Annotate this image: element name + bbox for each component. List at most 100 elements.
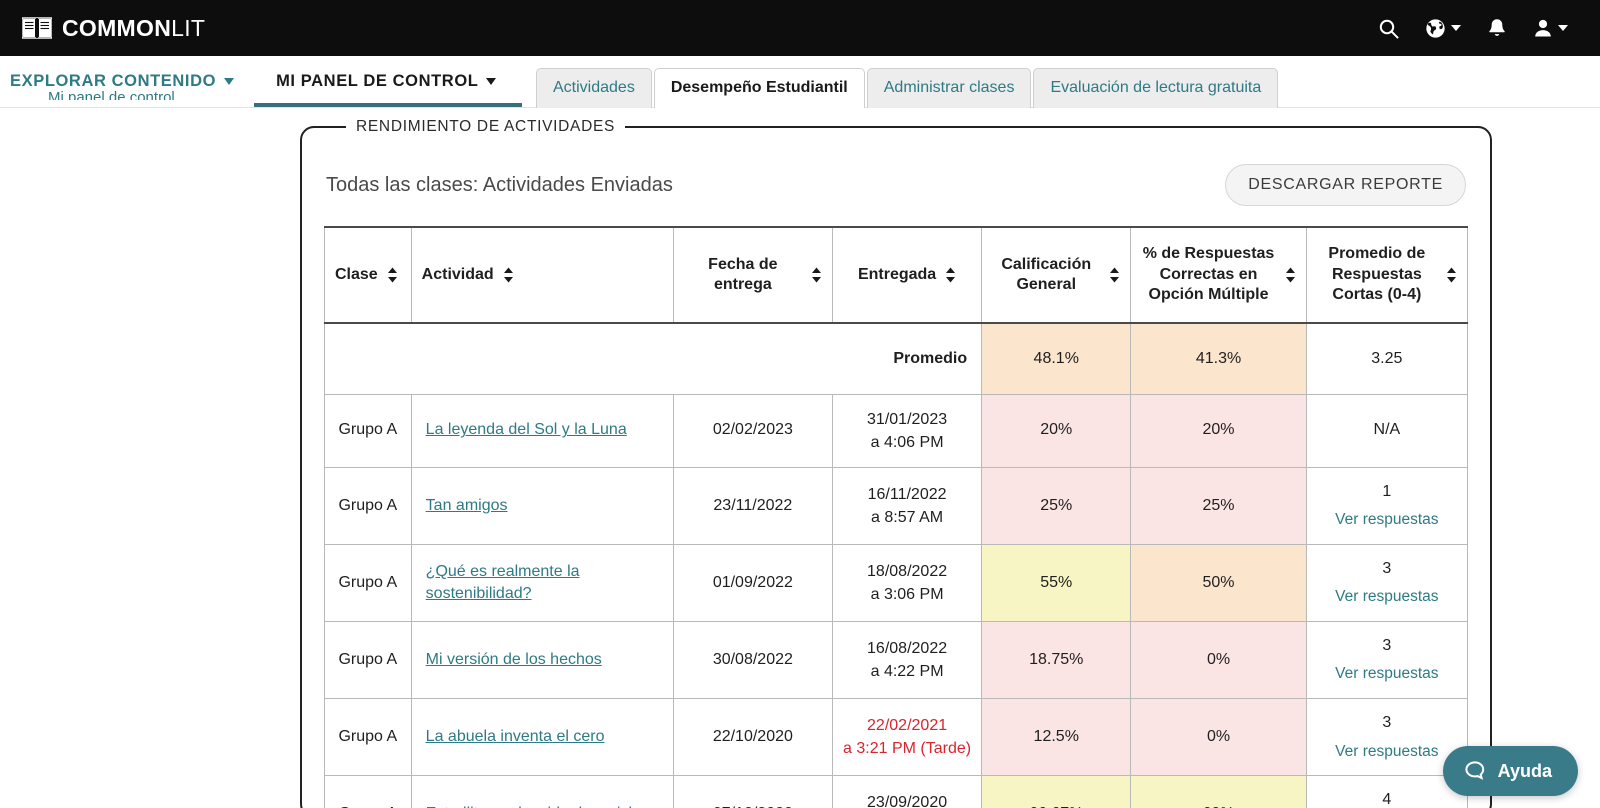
average-calificacion: 48.1% [981, 322, 1132, 395]
col-header-promedio-respuestas-cortas[interactable]: Promedio de Respuestas Cortas (0-4) [1305, 226, 1469, 324]
table-header-row: Clase Actividad Fecha de entrega Entrega… [324, 226, 1469, 324]
sort-arrows-icon [811, 267, 821, 283]
cell-entregada: 31/01/2023 a 4:06 PM [831, 393, 983, 468]
main-nav: EXPLORAR CONTENIDO MI PANEL DE CONTROL A… [0, 56, 1600, 108]
top-bar-actions [1378, 18, 1578, 39]
col-header-clase[interactable]: Clase [324, 226, 412, 324]
download-report-button[interactable]: DESCARGAR REPORTE [1225, 164, 1466, 206]
cell-porcentaje-opcion-multiple: 20% [1130, 393, 1307, 468]
tab-desempeno-estudiantil[interactable]: Desempeño Estudiantil [653, 68, 865, 108]
ver-respuestas-link[interactable]: Ver respuestas [1317, 509, 1457, 531]
cell-promedio-respuestas-cortas: 3 Ver respuestas [1305, 621, 1469, 700]
col-header-entregada[interactable]: Entregada [831, 226, 983, 324]
search-icon[interactable] [1378, 18, 1399, 39]
entregada-time: a 8:57 AM [871, 508, 944, 526]
table-row: Grupo A Tan amigos 23/11/2022 16/11/2022 a 8… [324, 466, 1469, 545]
activity-link[interactable]: Mi versión de los hechos [426, 649, 602, 671]
cell-porcentaje-opcion-multiple: 0% [1130, 621, 1307, 700]
cell-porcentaje-opcion-multiple: 60% [1130, 775, 1307, 808]
average-label: Promedio [323, 322, 983, 395]
entregada-date: 31/01/2023 [867, 410, 948, 428]
notifications-bell-icon[interactable] [1487, 18, 1507, 39]
col-label: Entregada [857, 265, 937, 283]
cell-fecha-entrega: 02/02/2023 [672, 393, 833, 468]
table-row: Grupo A ¿Qué es realmente la sostenibilid… [324, 543, 1469, 623]
table-row: Grupo A La leyenda del Sol y la Luna 02/02… [324, 393, 1469, 468]
col-header-calificacion-general[interactable]: Calificación General [981, 226, 1132, 324]
top-bar: COMMONLIT [0, 0, 1600, 56]
panel-header: Todas las clases: Actividades Enviadas D… [324, 150, 1468, 226]
table-row: Grupo A Estrellita se despide de su isla 0… [324, 775, 1469, 808]
panel-legend: RENDIMIENTO DE ACTIVIDADES [356, 118, 616, 135]
activity-performance-section: RENDIMIENTO DE ACTIVIDADES Todas las cla… [0, 108, 1600, 808]
cell-porcentaje-opcion-multiple: 50% [1130, 543, 1307, 623]
col-header-actividad[interactable]: Actividad [410, 226, 674, 324]
tab-actividades[interactable]: Actividades [536, 68, 652, 108]
promedio-value: 3 [1382, 714, 1392, 732]
entregada-time: a 3:21 PM (Tarde) [843, 740, 972, 758]
tab-administrar-clases[interactable]: Administrar clases [866, 68, 1032, 108]
nav-panel-label: MI PANEL DE CONTROL [276, 72, 479, 90]
activity-report-table: Clase Actividad Fecha de entrega Entrega… [323, 226, 1469, 808]
table-body: Promedio 48.1% 41.3% 3.25 Grupo A La leyenda … [323, 322, 1469, 808]
ver-respuestas-link[interactable]: Ver respuestas [1317, 741, 1457, 763]
sort-arrows-icon [946, 267, 956, 283]
cell-calificacion-general: 20% [981, 393, 1132, 468]
average-porcentaje: 41.3% [1130, 322, 1307, 395]
cell-entregada: 16/11/2022 a 8:57 AM [831, 466, 983, 545]
cell-promedio-respuestas-cortas: 3 Ver respuestas [1305, 543, 1469, 623]
cell-calificacion-general: 25% [981, 466, 1132, 545]
table-row: Grupo A La abuela inventa el cero 22/10/20… [324, 698, 1469, 777]
cell-fecha-entrega: 23/11/2022 [672, 466, 833, 545]
help-widget-button[interactable]: Ayuda [1442, 746, 1578, 796]
table-header: Clase Actividad Fecha de entrega Entrega… [324, 226, 1469, 324]
sort-arrows-icon [387, 267, 397, 283]
cell-fecha-entrega: 07/10/2020 [672, 775, 833, 808]
cell-clase: Grupo A [324, 393, 412, 468]
cell-porcentaje-opcion-multiple: 0% [1130, 698, 1307, 777]
sort-arrows-icon [1110, 267, 1120, 283]
cell-entregada: 16/08/2022 a 4:22 PM [831, 621, 983, 700]
cell-calificacion-general: 18.75% [981, 621, 1132, 700]
cell-entregada: 22/02/2021 a 3:21 PM (Tarde) [831, 698, 983, 777]
cell-promedio-respuestas-cortas: N/A [1305, 393, 1469, 468]
activity-link[interactable]: La abuela inventa el cero [426, 726, 605, 748]
cell-promedio-respuestas-cortas: 4Ver respuestas [1305, 775, 1469, 808]
entregada-time: a 4:06 PM [870, 433, 944, 451]
table-row: Grupo A Mi versión de los hechos 30/08/202… [324, 621, 1469, 700]
chevron-down-icon [1451, 25, 1461, 31]
entregada-date: 16/11/2022 [867, 485, 947, 503]
cell-fecha-entrega: 22/10/2020 [672, 698, 833, 777]
col-label: Promedio de Respuestas Cortas (0-4) [1328, 245, 1426, 304]
cell-fecha-entrega: 30/08/2022 [672, 621, 833, 700]
activity-link[interactable]: Tan amigos [426, 495, 508, 517]
logo-wordmark: COMMONLIT [62, 14, 206, 41]
user-account-dropdown[interactable] [1533, 18, 1568, 38]
col-header-porcentaje-opcion-multiple[interactable]: % de Respuestas Correctas en Opción Múlt… [1130, 226, 1307, 324]
cell-clase: Grupo A [324, 466, 412, 545]
promedio-value: 3 [1382, 559, 1392, 577]
chevron-down-icon [224, 78, 235, 85]
cell-actividad: Estrellita se despide de su isla [410, 775, 674, 808]
nav-item-mi-panel-de-control[interactable]: MI PANEL DE CONTROL [254, 56, 523, 107]
cell-actividad: Mi versión de los hechos [410, 621, 674, 700]
commonlit-logo[interactable]: COMMONLIT [22, 15, 205, 42]
entregada-date: 22/02/2021 [867, 716, 948, 734]
cell-actividad: La leyenda del Sol y la Luna [410, 393, 674, 468]
activity-link[interactable]: Estrellita se despide de su isla [426, 803, 641, 808]
chevron-down-icon [486, 78, 497, 85]
promedio-value: 3 [1382, 637, 1392, 655]
col-label: Clase [335, 265, 378, 283]
activity-link[interactable]: La leyenda del Sol y la Luna [426, 419, 627, 441]
language-globe-dropdown[interactable] [1425, 18, 1461, 39]
cell-entregada: 23/09/2020a 1:53 PM [831, 775, 983, 808]
sort-arrows-icon [1285, 267, 1295, 283]
col-label: Fecha de entrega [708, 255, 778, 293]
activity-link[interactable]: ¿Qué es realmente la sostenibilidad? [426, 561, 663, 605]
col-header-fecha-de-entrega[interactable]: Fecha de entrega [672, 226, 833, 324]
help-widget-label: Ayuda [1497, 760, 1552, 781]
tab-evaluacion-lectura-gratuita[interactable]: Evaluación de lectura gratuita [1033, 68, 1279, 108]
open-book-icon [22, 16, 52, 40]
ver-respuestas-link[interactable]: Ver respuestas [1317, 586, 1457, 608]
ver-respuestas-link[interactable]: Ver respuestas [1317, 663, 1457, 685]
